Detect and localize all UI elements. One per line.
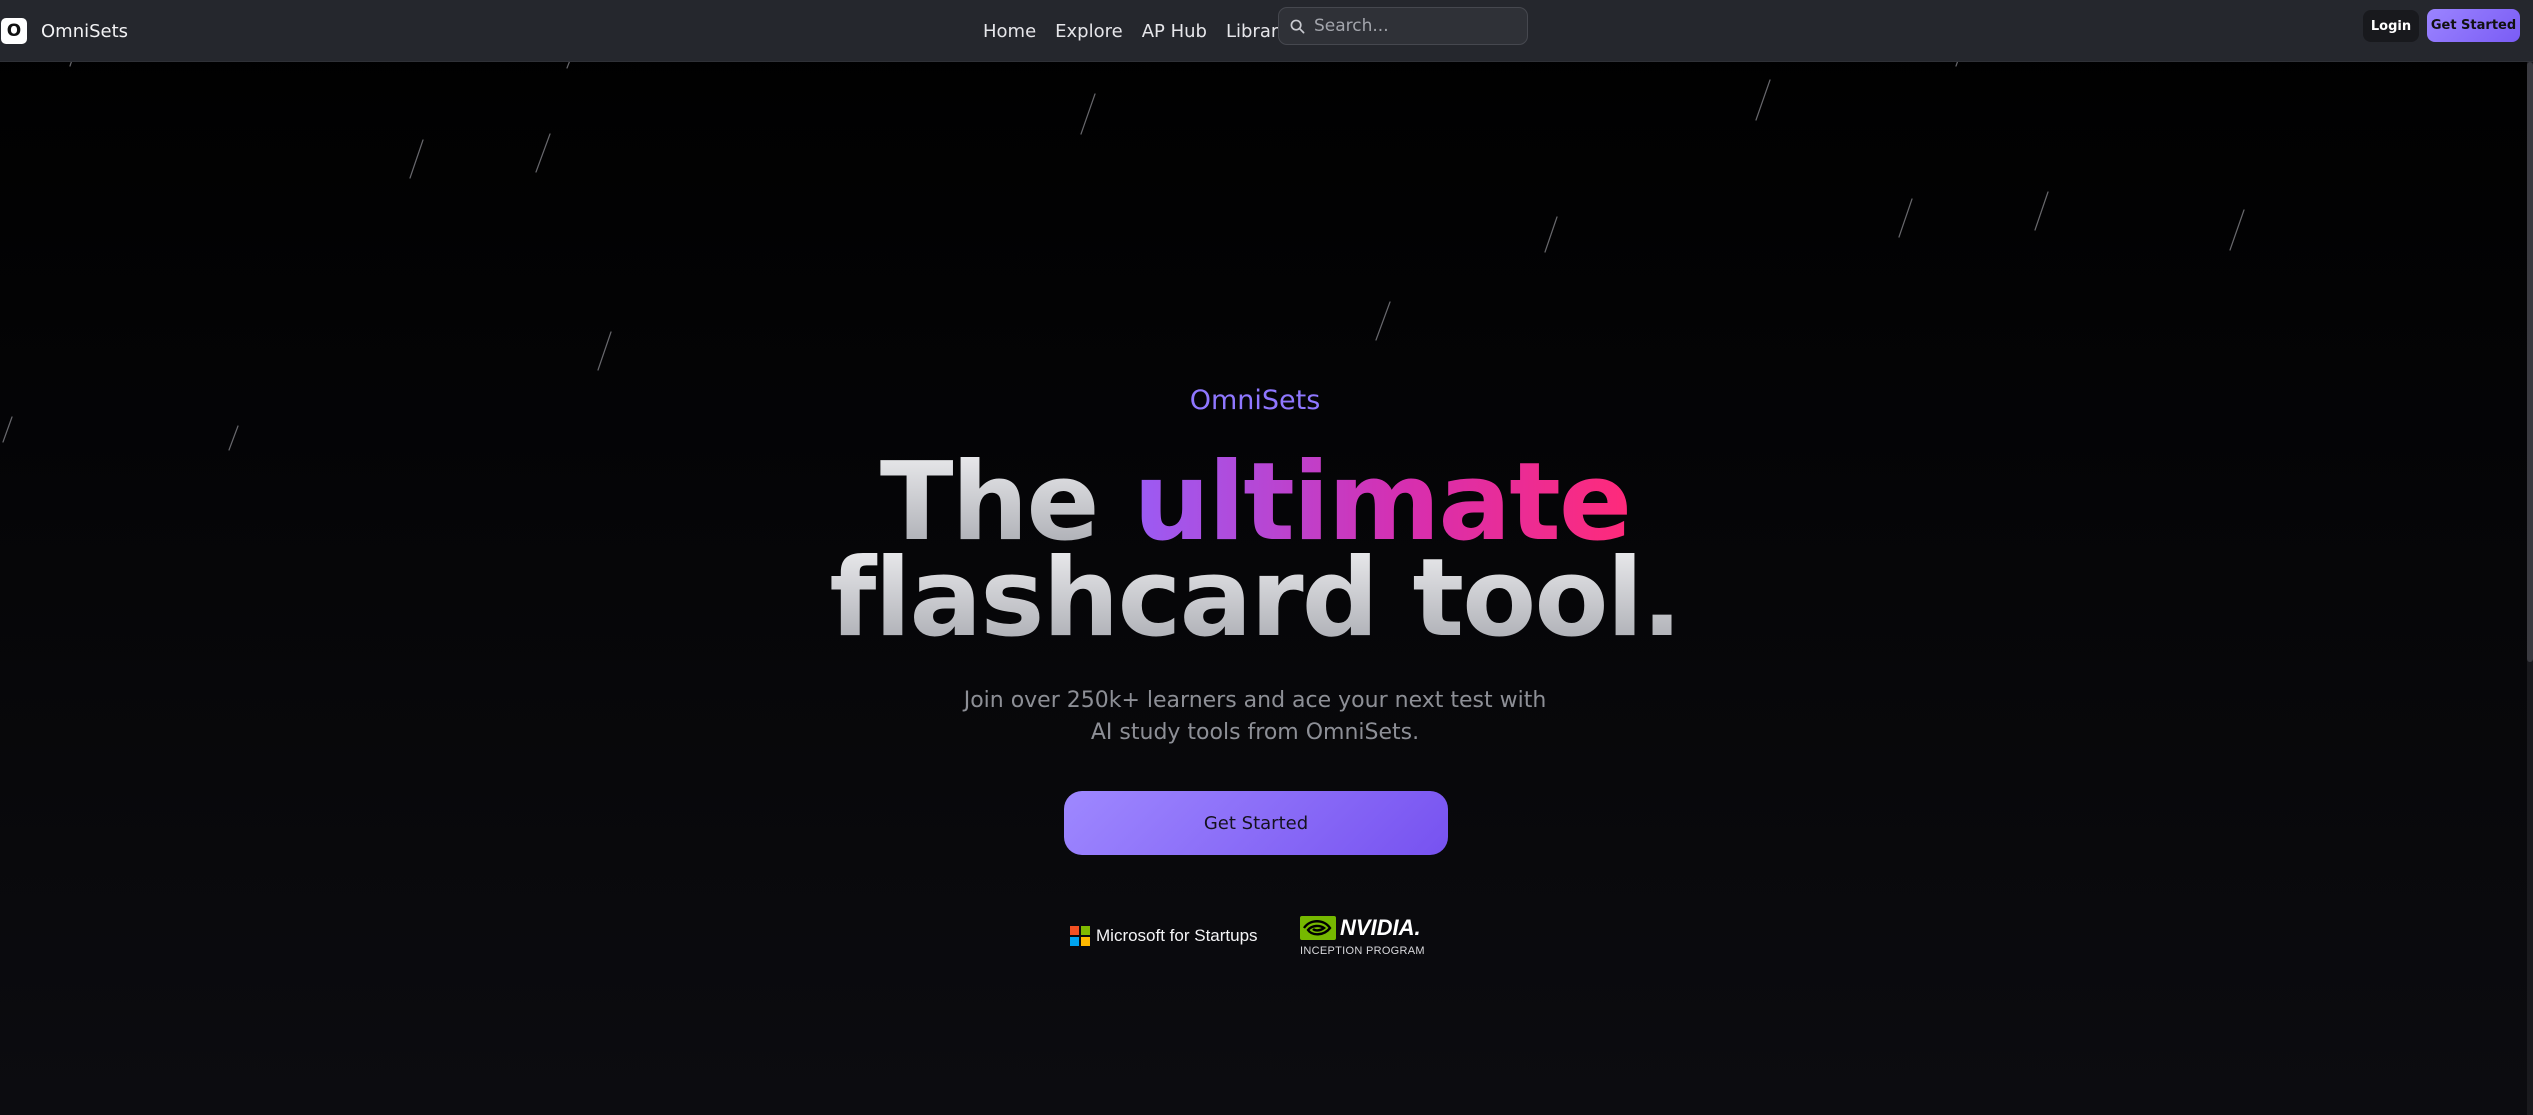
nav-link-ap-hub[interactable]: AP Hub <box>1142 21 1207 42</box>
brand-logo-icon: O <box>1 18 27 44</box>
hero-title-part2: flashcard tool. <box>829 536 1682 661</box>
nvidia-eye-icon <box>1300 916 1336 940</box>
hero-title: The ultimate flashcard tool. <box>0 449 2510 653</box>
hero-subtitle-line2: AI study tools from OmniSets. <box>1090 720 1420 745</box>
top-navbar: O OmniSets Home Explore AP Hub Library L… <box>0 0 2533 62</box>
partner-logos: Microsoft for Startups NVIDIA. INCEPTION… <box>1070 915 1470 965</box>
brand[interactable]: O OmniSets <box>0 13 128 49</box>
nvidia-wordmark: NVIDIA. <box>1340 915 1421 940</box>
hero-eyebrow: OmniSets <box>1189 385 1321 416</box>
hero-get-started-button[interactable]: Get Started <box>1064 791 1448 855</box>
hero-subtitle-line1: Join over 250k+ learners and ace your ne… <box>963 688 1547 713</box>
microsoft-label: Microsoft for Startups <box>1096 926 1258 945</box>
nav-links: Home Explore AP Hub Library <box>983 14 1289 48</box>
nav-get-started-button[interactable]: Get Started <box>2427 9 2520 42</box>
search-icon <box>1290 19 1305 33</box>
nvidia-inception-logo: NVIDIA. INCEPTION PROGRAM <box>1300 915 1425 957</box>
page: O OmniSets Home Explore AP Hub Library L… <box>0 0 2533 1115</box>
brand-name: OmniSets <box>41 20 129 42</box>
microsoft-for-startups-logo: Microsoft for Startups <box>1070 926 1258 946</box>
login-button[interactable]: Login <box>2363 10 2419 42</box>
search-box[interactable] <box>1278 7 1528 45</box>
microsoft-logo-icon <box>1070 926 1090 946</box>
scrollbar[interactable] <box>2527 62 2533 1115</box>
search-input[interactable] <box>1314 16 1504 36</box>
nvidia-inception-label: INCEPTION PROGRAM <box>1300 945 1425 957</box>
nav-link-explore[interactable]: Explore <box>1055 21 1123 42</box>
hero-subtitle: Join over 250k+ learners and ace your ne… <box>0 685 2510 749</box>
scrollbar-thumb[interactable] <box>2527 62 2533 662</box>
nav-link-home[interactable]: Home <box>983 21 1036 42</box>
